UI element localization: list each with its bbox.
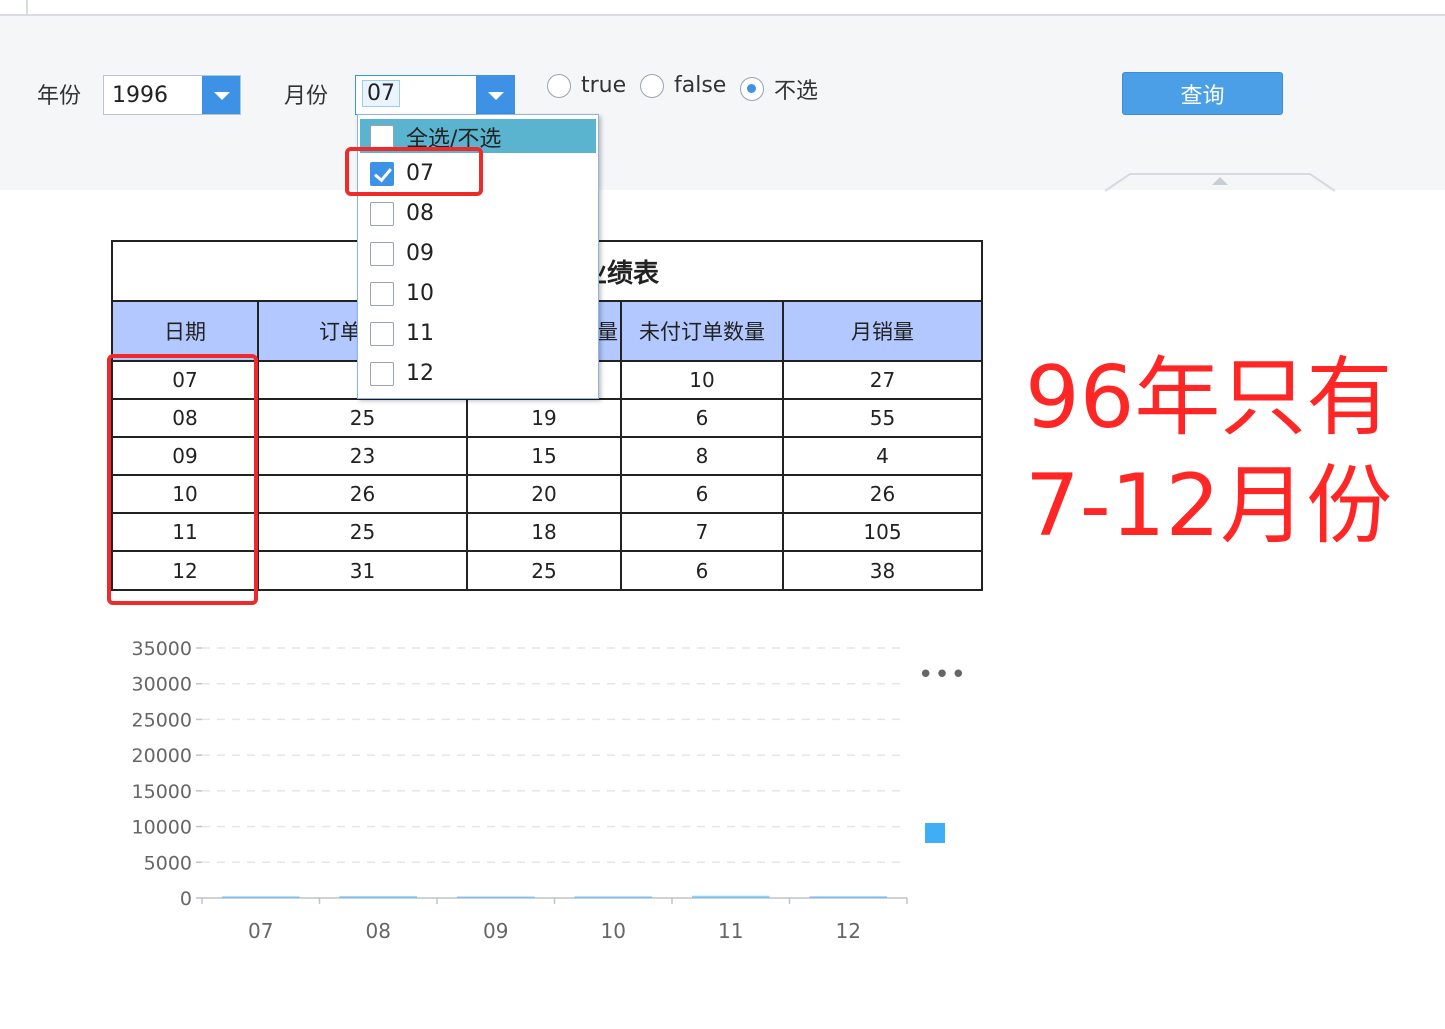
chart-menu-icon[interactable]: ••• bbox=[918, 660, 967, 690]
table-cell: 8 bbox=[621, 437, 784, 476]
table-cell: 38 bbox=[869, 558, 896, 583]
table-cell: 7 bbox=[621, 513, 784, 552]
month-option-label: 12 bbox=[406, 361, 434, 386]
table-cell: 4 bbox=[783, 437, 981, 476]
bar bbox=[809, 896, 888, 898]
x-tick-label: 12 bbox=[836, 919, 861, 943]
page: 年份 1996 月份 07 true false 不选 查询 售业绩表 日期 订… bbox=[0, 0, 1445, 1029]
table-cell: 26 bbox=[783, 475, 981, 514]
y-tick-label: 20000 bbox=[132, 745, 192, 767]
radio-true[interactable]: true bbox=[547, 73, 626, 98]
checkbox-icon[interactable] bbox=[370, 361, 394, 386]
checkbox-icon[interactable] bbox=[370, 241, 394, 266]
top-strip bbox=[0, 0, 1445, 16]
checkbox-icon[interactable] bbox=[370, 201, 394, 226]
table-cell: 55 bbox=[783, 399, 981, 438]
y-tick-label: 0 bbox=[180, 888, 192, 910]
month-option-label: 08 bbox=[406, 201, 434, 226]
table-cell: 31 bbox=[258, 551, 468, 589]
month-option-12[interactable]: 12 bbox=[370, 361, 434, 386]
y-tick-label: 25000 bbox=[132, 709, 192, 731]
radio-circle-icon bbox=[640, 73, 664, 98]
y-tick-label: 10000 bbox=[132, 817, 192, 839]
table-cell: 10 bbox=[621, 361, 784, 400]
radio-circle-icon bbox=[547, 73, 571, 98]
table-cell: 25 bbox=[467, 551, 622, 589]
y-tick-label: 5000 bbox=[144, 852, 192, 874]
table-cell: 6 bbox=[621, 399, 784, 438]
x-tick-label: 07 bbox=[248, 919, 273, 943]
parameter-panel: 年份 1996 月份 07 true false 不选 查询 bbox=[0, 16, 1445, 192]
annotation-text-line1: 96年只有 bbox=[1025, 348, 1393, 448]
checkbox-icon[interactable] bbox=[370, 281, 394, 306]
collapse-handle-icon[interactable] bbox=[1105, 172, 1335, 192]
column-header: 未付订单数量 bbox=[621, 302, 784, 362]
checkbox-icon[interactable] bbox=[370, 125, 394, 149]
annotation-box-date-column bbox=[107, 354, 258, 605]
bar bbox=[574, 896, 653, 898]
month-option-11[interactable]: 11 bbox=[370, 321, 434, 346]
checkbox-icon[interactable] bbox=[370, 321, 394, 346]
table-cell: 25 bbox=[258, 399, 468, 438]
bar bbox=[339, 896, 418, 898]
legend-marker[interactable] bbox=[925, 823, 945, 843]
month-option-09[interactable]: 09 bbox=[370, 241, 434, 266]
column-header: 月销量 bbox=[783, 302, 981, 362]
bar bbox=[691, 895, 770, 898]
x-tick-label: 08 bbox=[366, 919, 391, 943]
annotation-box-selected-option bbox=[345, 147, 483, 196]
year-value: 1996 bbox=[112, 83, 168, 108]
x-tick-label: 10 bbox=[601, 919, 626, 943]
table-cell: 15 bbox=[467, 437, 622, 476]
table-cell: 105 bbox=[783, 513, 981, 552]
x-tick-label: 09 bbox=[483, 919, 508, 943]
radio-none[interactable]: 不选 bbox=[740, 73, 818, 105]
table-cell: 25 bbox=[258, 513, 468, 552]
table-cell: 20 bbox=[467, 475, 622, 514]
month-dropdown-button[interactable] bbox=[476, 76, 514, 114]
chevron-down-icon bbox=[488, 92, 504, 100]
year-dropdown-button[interactable] bbox=[202, 76, 240, 114]
table-cell: 19 bbox=[467, 399, 622, 438]
radio-false-label: false bbox=[674, 73, 727, 98]
radio-false[interactable]: false bbox=[640, 73, 726, 98]
year-combo[interactable]: 1996 bbox=[103, 75, 241, 115]
y-tick-label: 35000 bbox=[132, 638, 192, 660]
y-tick-label: 30000 bbox=[132, 674, 192, 696]
bar bbox=[456, 896, 535, 898]
month-combo[interactable]: 07 bbox=[355, 75, 515, 115]
sales-bar-chart: 0 5000 10000 15000 20000 25000 30000 35000 07 08 0… bbox=[132, 638, 908, 943]
month-label: 月份 bbox=[284, 84, 329, 109]
bar bbox=[221, 896, 300, 898]
radio-true-label: true bbox=[581, 73, 627, 98]
table-cell: 27 bbox=[783, 361, 981, 400]
y-tick-label: 15000 bbox=[132, 781, 192, 803]
radio-selected-icon bbox=[740, 77, 764, 101]
table-cell: 6 bbox=[621, 475, 784, 514]
table-cell: 26 bbox=[258, 475, 468, 514]
column-header: 日期 bbox=[113, 302, 259, 362]
month-option-10[interactable]: 10 bbox=[370, 281, 434, 306]
table-cell: 6 bbox=[621, 551, 784, 589]
month-value: 07 bbox=[362, 80, 400, 107]
month-option-08[interactable]: 08 bbox=[370, 201, 434, 226]
radio-none-label: 不选 bbox=[774, 79, 819, 104]
table-cell: 18 bbox=[467, 513, 622, 552]
chevron-down-icon bbox=[214, 92, 230, 100]
table-cell: 23 bbox=[258, 437, 468, 476]
month-option-label: 10 bbox=[406, 281, 434, 306]
year-label: 年份 bbox=[37, 84, 82, 109]
annotation-text-line2: 7-12月份 bbox=[1025, 456, 1393, 556]
query-button[interactable]: 查询 bbox=[1122, 72, 1283, 115]
month-option-label: 09 bbox=[406, 241, 434, 266]
x-tick-label: 11 bbox=[718, 919, 743, 943]
month-option-label: 11 bbox=[406, 321, 434, 346]
